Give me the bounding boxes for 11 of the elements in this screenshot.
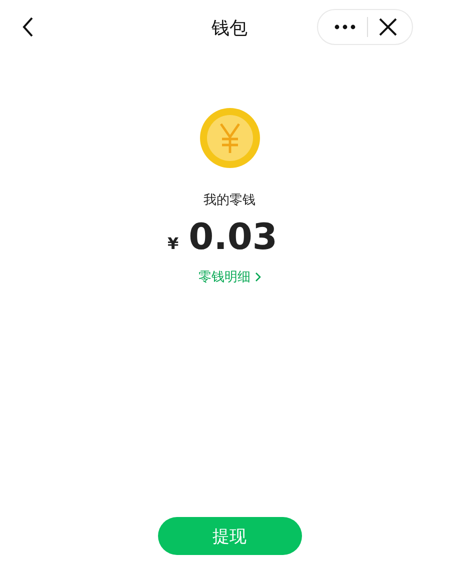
details-link[interactable]: 零钱明细 xyxy=(198,268,260,286)
close-icon[interactable] xyxy=(378,18,396,36)
balance-amount: 0.03 xyxy=(188,217,278,258)
more-icon[interactable] xyxy=(334,24,356,30)
back-icon[interactable] xyxy=(22,17,34,37)
coin-icon xyxy=(198,107,260,169)
page-title: 钱包 xyxy=(212,16,248,40)
withdraw-button[interactable]: 提现 xyxy=(158,517,302,555)
balance-label: 我的零钱 xyxy=(204,192,256,209)
chevron-icon xyxy=(254,272,260,282)
currency-symbol: ¥ xyxy=(168,234,179,253)
